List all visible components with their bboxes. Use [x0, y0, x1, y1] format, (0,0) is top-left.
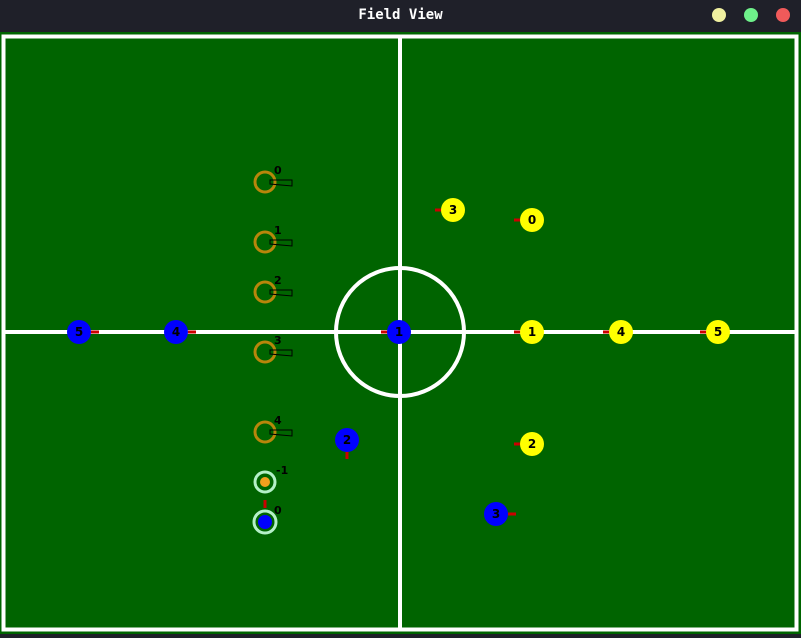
- robot-label: 4: [172, 325, 180, 339]
- maximize-button[interactable]: [744, 8, 758, 22]
- target-label: 1: [274, 224, 282, 237]
- target-label: 0: [274, 164, 282, 177]
- robot-label: 3: [492, 507, 500, 521]
- target-label: 2: [274, 274, 282, 287]
- robot-label: 2: [528, 437, 536, 451]
- close-button[interactable]: [776, 8, 790, 22]
- target-label: 3: [274, 334, 282, 347]
- robot-label: 5: [714, 325, 722, 339]
- robot-label: 1: [528, 325, 536, 339]
- robot-label: 3: [449, 203, 457, 217]
- robot-label: 5: [75, 325, 83, 339]
- robot-label: 0: [274, 504, 282, 517]
- minimize-button[interactable]: [712, 8, 726, 22]
- ball-label: -1: [276, 464, 288, 477]
- robot-label: 4: [617, 325, 625, 339]
- robot-label: 1: [395, 325, 403, 339]
- robot-label: 2: [343, 433, 351, 447]
- title-bar[interactable]: Field View: [0, 0, 801, 32]
- window-title: Field View: [358, 7, 443, 23]
- field-canvas[interactable]: 0 1 2 3 4 -1 0 1 2 3 4 5 0 1 2 3 4 5: [0, 32, 801, 634]
- robot-label: 0: [528, 213, 536, 227]
- target-label: 4: [274, 414, 282, 427]
- field-view-window: Field View 0 1 2 3 4 -1 0 1 2 3 4 5 0 1 …: [0, 0, 801, 634]
